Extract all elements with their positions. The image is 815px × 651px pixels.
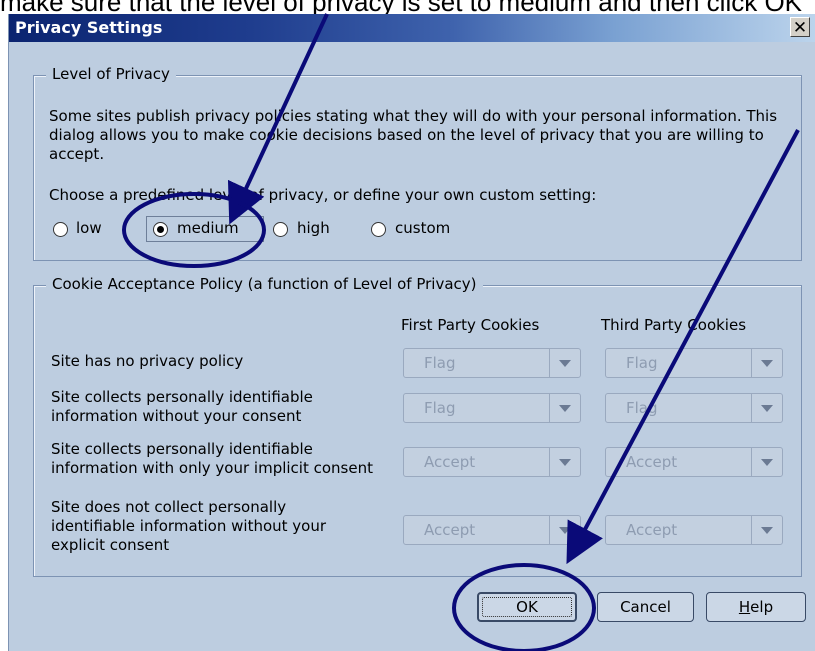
choose-level-text: Choose a predefined level of privacy, or… bbox=[49, 186, 597, 204]
third-party-dropdown[interactable]: Flag bbox=[605, 393, 783, 423]
policy-row-label: Site has no privacy policy bbox=[51, 352, 244, 370]
level-of-privacy-legend: Level of Privacy bbox=[46, 65, 176, 83]
radio-medium[interactable] bbox=[153, 222, 168, 237]
dropdown-arrow-icon[interactable] bbox=[549, 448, 580, 476]
third-party-dropdown[interactable]: Accept bbox=[605, 515, 783, 545]
close-button[interactable]: ✕ bbox=[790, 17, 810, 38]
third-party-column-header: Third Party Cookies bbox=[601, 316, 747, 334]
cancel-button-label: Cancel bbox=[620, 598, 671, 616]
first-party-dropdown[interactable]: Flag bbox=[403, 348, 581, 378]
policy-row-label: Site collects personally identifiable in… bbox=[51, 440, 373, 477]
cookie-acceptance-legend: Cookie Acceptance Policy (a function of … bbox=[46, 275, 483, 293]
dropdown-arrow-icon[interactable] bbox=[751, 349, 782, 377]
help-button-label: elp bbox=[750, 598, 774, 616]
help-button[interactable]: Help bbox=[706, 592, 806, 622]
radio-custom[interactable] bbox=[371, 222, 386, 237]
radio-high-label[interactable]: high bbox=[297, 219, 330, 237]
radio-low[interactable] bbox=[53, 222, 68, 237]
privacy-settings-dialog: Privacy Settings ✕ Level of Privacy Some… bbox=[8, 14, 815, 651]
radio-high[interactable] bbox=[273, 222, 288, 237]
dropdown-value: Accept bbox=[626, 453, 678, 471]
ok-button[interactable]: OK bbox=[477, 592, 577, 622]
dropdown-arrow-icon[interactable] bbox=[549, 516, 580, 544]
title-bar[interactable]: Privacy Settings ✕ bbox=[9, 14, 815, 42]
dropdown-value: Flag bbox=[626, 399, 658, 417]
dropdown-value: Flag bbox=[424, 354, 456, 372]
first-party-dropdown[interactable]: Accept bbox=[403, 515, 581, 545]
help-mnemonic: H bbox=[738, 598, 751, 616]
dropdown-value: Accept bbox=[626, 521, 678, 539]
first-party-dropdown[interactable]: Accept bbox=[403, 447, 581, 477]
dropdown-arrow-icon[interactable] bbox=[751, 448, 782, 476]
third-party-dropdown[interactable]: Accept bbox=[605, 447, 783, 477]
dropdown-value: Accept bbox=[424, 521, 476, 539]
dialog-title: Privacy Settings bbox=[15, 18, 163, 37]
dropdown-value: Accept bbox=[424, 453, 476, 471]
radio-custom-label[interactable]: custom bbox=[395, 219, 450, 237]
dropdown-arrow-icon[interactable] bbox=[549, 394, 580, 422]
third-party-dropdown[interactable]: Flag bbox=[605, 348, 783, 378]
radio-low-label[interactable]: low bbox=[76, 219, 102, 237]
policy-row-label: Site does not collect personally identif… bbox=[51, 498, 327, 554]
privacy-description: Some sites publish privacy policies stat… bbox=[49, 107, 778, 163]
policy-row-label: Site collects personally identifiable in… bbox=[51, 388, 313, 425]
first-party-column-header: First Party Cookies bbox=[401, 316, 540, 334]
dropdown-value: Flag bbox=[626, 354, 658, 372]
ok-button-label: OK bbox=[516, 598, 538, 616]
radio-medium-label[interactable]: medium bbox=[177, 219, 239, 237]
close-icon: ✕ bbox=[792, 18, 808, 38]
first-party-dropdown[interactable]: Flag bbox=[403, 393, 581, 423]
dropdown-value: Flag bbox=[424, 399, 456, 417]
dropdown-arrow-icon[interactable] bbox=[549, 349, 580, 377]
dropdown-arrow-icon[interactable] bbox=[751, 516, 782, 544]
dropdown-arrow-icon[interactable] bbox=[751, 394, 782, 422]
cancel-button[interactable]: Cancel bbox=[597, 592, 694, 622]
